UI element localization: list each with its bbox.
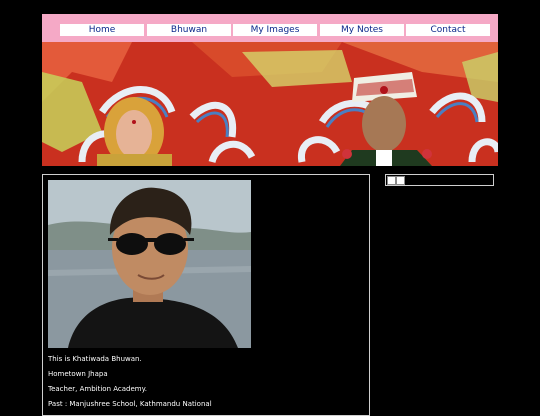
nav-bhuwan-link[interactable]: Bhuwan [147, 24, 231, 36]
top-navigation: Home Bhuwan My Images My Notes Contact [42, 14, 498, 42]
nav-my-images-link[interactable]: My Images [233, 24, 317, 36]
profile-content-panel: This is Khatiwada Bhuwan. Hometown Jhapa… [42, 174, 370, 416]
sidebar-widget [385, 174, 494, 186]
nav-home-link[interactable]: Home [60, 24, 144, 36]
bio-name-line: This is Khatiwada Bhuwan. [48, 355, 142, 363]
profile-photo [48, 180, 251, 348]
nav-my-notes-link[interactable]: My Notes [320, 24, 404, 36]
bio-occupation-line: Teacher, Ambition Academy. [48, 385, 147, 393]
broken-image-icon [387, 176, 396, 185]
nav-contact-link[interactable]: Contact [406, 24, 490, 36]
bio-hometown-line: Hometown Jhapa [48, 370, 108, 378]
broken-image-icon [396, 176, 405, 185]
header-banner-photo [42, 42, 498, 166]
